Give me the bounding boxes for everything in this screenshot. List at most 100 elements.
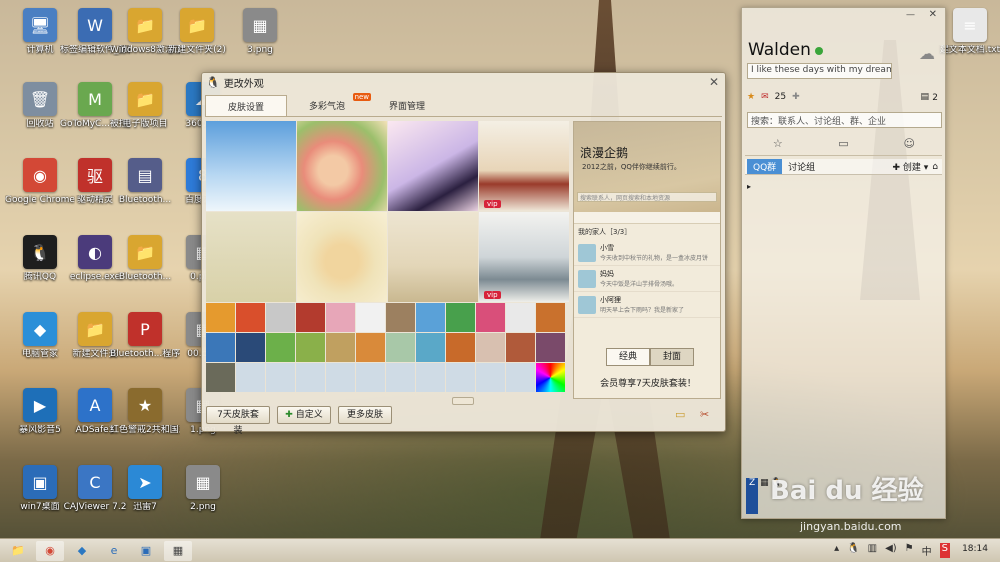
skin-thumbnail[interactable] (206, 363, 235, 392)
skin-thumbnail[interactable] (296, 333, 325, 362)
menu-icon[interactable]: Z (746, 478, 759, 514)
skin-thumbnail[interactable] (416, 363, 445, 392)
skin-clouds[interactable] (206, 121, 296, 211)
skin-thumbnail[interactable] (386, 333, 415, 362)
qq-logo-icon: 🐧 (206, 75, 220, 89)
preview-contact: 小阿狸 明天早上会下雨吗？我是新家了 (574, 292, 720, 318)
window-taskbar-icon[interactable]: ▣ (132, 541, 160, 561)
mail-count: 25 (774, 92, 787, 102)
ie-taskbar-icon[interactable]: e (100, 541, 128, 561)
skin-thumbnail[interactable] (386, 363, 415, 392)
tab-ui-manage[interactable]: 界面管理 (367, 95, 447, 116)
tab-skin-settings[interactable]: 皮肤设置 (205, 95, 288, 116)
skin-thumbnail[interactable] (476, 303, 505, 332)
skin-thumbnail[interactable] (506, 303, 535, 332)
signature-field[interactable]: I like these days with my dream. (747, 63, 892, 79)
skin-thumbnail[interactable] (536, 363, 565, 392)
skin-thumbnail[interactable] (506, 363, 535, 392)
skin-thumbnail[interactable] (296, 363, 325, 392)
star-icon[interactable]: ★ (747, 92, 755, 102)
skin-thumbnail[interactable] (326, 363, 355, 392)
skin-dialog: 🐧 更改外观 ✕ 皮肤设置 多彩气泡 new 界面管理 vip vip 7天皮肤套… (201, 72, 726, 436)
online-status-icon[interactable] (815, 47, 823, 55)
skin-thumbnail[interactable] (206, 303, 235, 332)
skin-thumbnail[interactable] (326, 303, 355, 332)
photo-taskbar-icon[interactable]: ▦ (164, 540, 192, 561)
more-skins-button[interactable]: 更多皮肤 (338, 406, 392, 424)
create-button[interactable]: ✚ 创建 ▾ (892, 160, 932, 173)
tab-messages[interactable]: ▭ (811, 132, 877, 155)
clock[interactable]: 18:14 (962, 544, 988, 554)
skin-thumbnail[interactable] (386, 303, 415, 332)
cover-toggle[interactable]: 封面 (650, 348, 694, 366)
ime-indicator[interactable]: 中 (922, 543, 932, 558)
network-icon[interactable]: ▥ (868, 543, 877, 558)
flag-icon[interactable]: ⚑ (905, 543, 914, 558)
chrome-taskbar-icon[interactable]: ◉ (36, 540, 64, 561)
skin-thumbnail[interactable] (446, 333, 475, 362)
qq-search-input[interactable]: 搜索：联系人、讨论组、群、企业 (747, 112, 942, 128)
qq-tray-icon[interactable]: 🐧 (847, 543, 859, 558)
tray-arrow-icon[interactable]: ▴ (834, 543, 839, 558)
close-icon[interactable]: ✕ (929, 9, 937, 20)
close-icon[interactable]: ✕ (709, 75, 719, 89)
skin-thumbnail[interactable] (326, 333, 355, 362)
mail-icon[interactable]: ✉ (761, 92, 769, 102)
skin-thumbnail[interactable] (236, 363, 265, 392)
classic-toggle[interactable]: 经典 (606, 348, 650, 366)
skin-ink-pagoda[interactable]: vip (479, 212, 569, 302)
seven-day-skin-button[interactable]: 7天皮肤套装 (206, 406, 270, 436)
skin-thumbnail[interactable] (206, 333, 235, 362)
app-taskbar-icon[interactable]: ◆ (68, 541, 96, 561)
skin-thumbnail[interactable] (266, 363, 295, 392)
skin-thumbnail[interactable] (356, 363, 385, 392)
skin-thumbnail[interactable] (266, 303, 295, 332)
skin-thumbnail[interactable] (236, 333, 265, 362)
skin-thumbnail[interactable] (416, 333, 445, 362)
minimize-icon[interactable]: — (906, 10, 915, 20)
desktop-icon[interactable]: ▦ 3.png (225, 8, 295, 56)
skin-anime-girl[interactable] (388, 121, 478, 211)
skin-boat[interactable] (388, 212, 478, 302)
skin-thumbnail[interactable] (356, 333, 385, 362)
skin-pagoda[interactable]: vip (479, 121, 569, 211)
skin-thumbnail[interactable] (236, 303, 265, 332)
skin-thumbnail[interactable] (476, 363, 505, 392)
home-icon[interactable]: ⌂ (932, 162, 942, 172)
magic-wand-icon[interactable]: ✂ (700, 408, 709, 421)
skin-thumbnail[interactable] (536, 333, 565, 362)
skin-thumbnail[interactable] (416, 303, 445, 332)
volume-icon[interactable]: ◀) (885, 543, 897, 558)
scroll-grip[interactable] (452, 397, 474, 405)
custom-button[interactable]: ✚ 自定义 (277, 406, 331, 424)
tab-profile[interactable]: ☺ (876, 132, 942, 155)
sogou-icon[interactable]: S (939, 543, 950, 558)
desktop-icon[interactable]: ▦ 2.png (168, 465, 238, 513)
skin-thumbnail[interactable] (476, 333, 505, 362)
skin-flower-girl[interactable] (297, 121, 387, 211)
add-icon[interactable]: ✚ (792, 92, 800, 102)
weather-icon[interactable]: ☁ (919, 44, 935, 63)
skin-thumbnail[interactable] (296, 303, 325, 332)
skin-cat-cup[interactable] (297, 212, 387, 302)
skin-swing[interactable] (206, 212, 296, 302)
tab-contacts[interactable]: ☆ (745, 132, 811, 155)
username[interactable]: Walden (748, 40, 811, 60)
app-icon[interactable]: ▦ (760, 478, 769, 514)
desktop-icon[interactable]: 📁 新建文件夹(2) (162, 8, 232, 56)
skin-thumbnail[interactable] (446, 363, 475, 392)
skin-thumbnail[interactable] (446, 303, 475, 332)
explorer-taskbar-icon[interactable]: 📁 (4, 541, 32, 561)
tab-discussion[interactable]: 讨论组 (782, 159, 821, 174)
skin-thumbnail[interactable] (506, 333, 535, 362)
desktop-icon-image: ▦ (243, 8, 277, 42)
person-icon: ☺ (903, 137, 915, 150)
tab-bubbles[interactable]: 多彩气泡 new (287, 93, 372, 116)
window-icon[interactable]: ▭ (675, 408, 685, 421)
skin-thumbnail[interactable] (536, 303, 565, 332)
skin-thumbnail[interactable] (266, 333, 295, 362)
message-box-icon[interactable]: ▤ (920, 92, 929, 102)
skin-thumbnail[interactable] (356, 303, 385, 332)
expand-arrow-icon[interactable]: ▸ (747, 182, 751, 191)
tab-qq-group[interactable]: QQ群 (747, 159, 783, 174)
